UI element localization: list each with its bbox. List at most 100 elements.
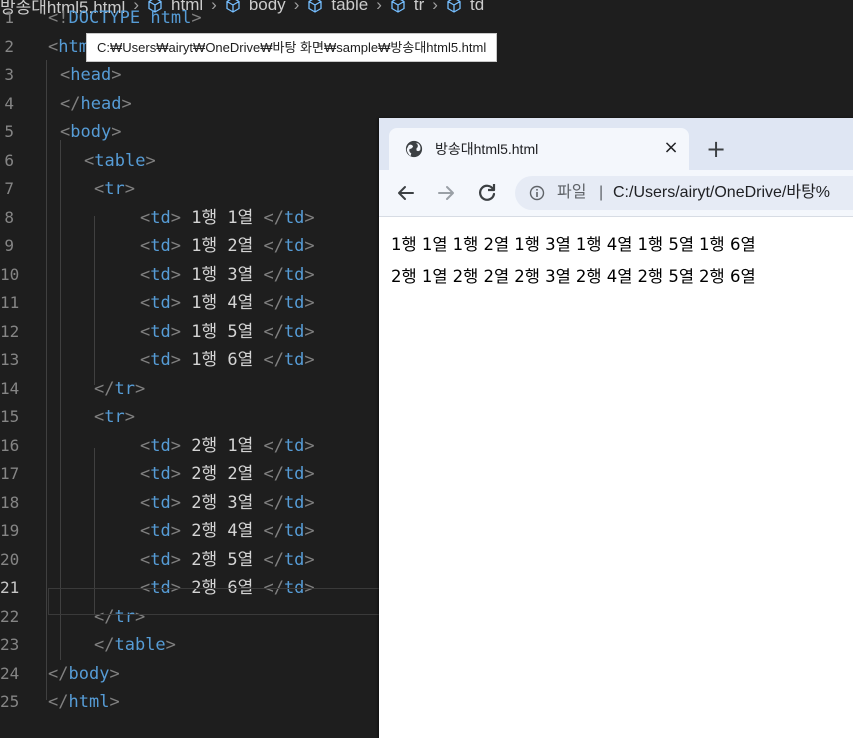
tag-name: td (150, 549, 171, 570)
tag-bracket: > (304, 464, 315, 484)
line-number: 24 (0, 663, 20, 683)
tag-bracket: > (170, 464, 181, 484)
tab-title: 방송대html5.html (435, 141, 539, 157)
line-number: 23 (0, 635, 20, 654)
text-content: 2행 4열 (180, 521, 264, 541)
text-content: 2행 1열 (180, 435, 264, 456)
code-text: <td> 1행 2열 </td> (140, 232, 315, 260)
tag-name: DOCTYPE (68, 8, 141, 28)
tag-bracket: </ (263, 492, 284, 513)
code-text: <td> 2행 4열 </td> (140, 517, 315, 545)
browser-tab[interactable]: 방송대html5.html × (389, 128, 689, 170)
tag-bracket: < (94, 407, 105, 427)
tag-bracket: > (170, 435, 181, 456)
tag-bracket: < (140, 321, 151, 342)
code-text: <body> (60, 118, 121, 146)
table-row: 2행 1열 2행 2열 2행 3열 2행 4열 2행 5열 2행 6열 (391, 263, 761, 287)
text-content: 1행 2열 (180, 236, 264, 256)
tag-bracket: > (109, 663, 120, 684)
tag-name: head (80, 93, 122, 114)
text-content: 2행 5열 (180, 549, 264, 570)
tag-bracket: < (48, 36, 59, 57)
tag-bracket: > (145, 150, 156, 171)
code-text: <td> 1행 5열 </td> (140, 318, 315, 346)
code-line[interactable]: 1 <!DOCTYPE html> (0, 4, 853, 32)
tag-name: body (70, 122, 112, 142)
back-arrow-icon[interactable] (392, 179, 420, 207)
tag-name: td (283, 293, 305, 313)
code-text: <td> 2행 5열 </td> (140, 546, 315, 574)
code-text: </html> (48, 688, 120, 716)
tag-bracket: > (304, 350, 315, 370)
globe-icon (405, 140, 423, 158)
code-line[interactable]: 4 </head> (0, 90, 853, 118)
code-text: <head> (60, 61, 121, 89)
new-tab-button[interactable]: + (701, 134, 731, 164)
tag-bracket: </ (263, 435, 284, 456)
info-icon[interactable] (529, 185, 545, 201)
tag-name: td (150, 521, 171, 541)
line-number: 4 (4, 93, 14, 113)
text-content: 1행 4열 (180, 293, 264, 313)
tag-name: td (283, 350, 305, 370)
line-number: 18 (0, 492, 20, 512)
table-cell: 2행 4열 (575, 267, 633, 286)
tag-bracket: > (304, 492, 315, 513)
line-number: 17 (0, 464, 20, 483)
line-number: 22 (0, 606, 20, 626)
tag-bracket: > (111, 65, 122, 85)
tag-bracket: < (140, 549, 151, 570)
code-line[interactable]: 3 <head> (0, 61, 853, 89)
tag-bracket: > (304, 521, 315, 541)
line-number: 13 (0, 350, 20, 369)
tag-bracket: < (140, 264, 151, 285)
close-tab-button[interactable]: × (659, 136, 683, 160)
tag-bracket: < (60, 65, 71, 85)
tag-bracket: > (304, 549, 315, 570)
line-number: 10 (0, 264, 20, 284)
tag-bracket: < (140, 293, 151, 313)
address-url[interactable]: C:/Users/airyt/OneDrive/바탕% (613, 176, 830, 210)
tag-bracket: > (304, 236, 315, 256)
tag-name: td (283, 264, 305, 285)
tag-bracket: > (170, 321, 181, 342)
line-number: 9 (4, 236, 14, 255)
line-number: 16 (0, 435, 20, 455)
table-cell: 1행 6열 (699, 235, 756, 254)
tag-bracket: </ (48, 692, 69, 712)
code-text: <!DOCTYPE html> (48, 4, 202, 32)
tag-bracket: > (124, 179, 135, 199)
tag-bracket: > (304, 435, 315, 456)
forward-arrow-icon[interactable] (432, 179, 460, 207)
tag-name: table (94, 150, 146, 171)
file-scheme-label: 파일 (557, 184, 587, 201)
line-number: 25 (0, 692, 20, 711)
code-text: <td> 1행 1열 </td> (140, 204, 315, 232)
tag-name: td (283, 236, 305, 256)
tag-name: tr (104, 407, 125, 427)
browser-toolbar: 파일 | C:/Users/airyt/OneDrive/바탕% (379, 170, 853, 217)
table-cell: 2행 6열 (699, 267, 756, 286)
tag-bracket: < (94, 179, 105, 199)
tag-bracket: </ (263, 549, 284, 570)
tag-bracket: </ (263, 521, 284, 541)
code-text: <td> 2행 3열 </td> (140, 489, 315, 517)
tag-bracket: > (304, 321, 315, 342)
tag-bracket: < (140, 492, 151, 513)
tag-name: html (68, 692, 110, 712)
tag-bracket: < (84, 150, 95, 171)
tag-bracket: > (134, 378, 146, 399)
line-number: 7 (4, 179, 14, 198)
indent-guide (60, 140, 61, 660)
tag-bracket: > (170, 236, 181, 256)
code-text: </head> (60, 90, 132, 118)
reload-icon[interactable] (473, 179, 501, 207)
tag-name: td (150, 321, 171, 342)
address-bar[interactable]: 파일 | C:/Users/airyt/OneDrive/바탕% (515, 176, 853, 210)
tag-name: td (150, 492, 171, 513)
address-separator: | (599, 184, 604, 201)
tag-bracket: < (140, 521, 151, 541)
tag-bracket: > (170, 293, 181, 313)
table-cell: 2행 1열 (391, 267, 448, 286)
tag-name: head (70, 65, 112, 85)
